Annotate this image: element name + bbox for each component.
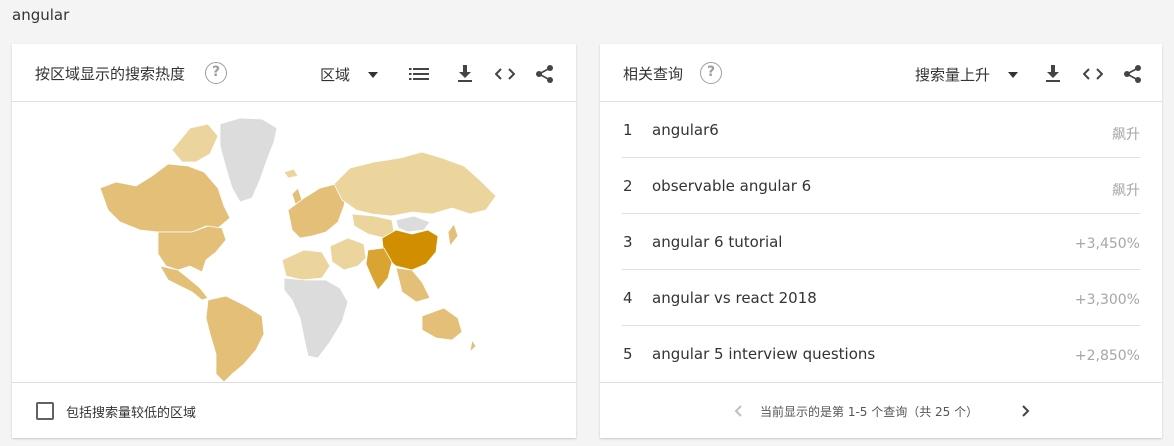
- query-text[interactable]: angular 5 interview questions: [652, 345, 875, 363]
- pagination-text: 当前显示的是第 1-5 个查询（共 25 个）: [760, 405, 979, 419]
- include-low-volume-checkbox[interactable]: [36, 402, 54, 420]
- embed-button[interactable]: [1082, 61, 1104, 87]
- query-value: +3,300%: [1074, 292, 1140, 308]
- query-text[interactable]: angular 6 tutorial: [652, 233, 782, 251]
- map-region-new-zealand[interactable]: [469, 338, 477, 354]
- map-region-iceland[interactable]: [283, 168, 299, 179]
- map-region-japan[interactable]: [447, 223, 459, 247]
- query-rank: 1: [623, 121, 633, 139]
- map-region-canada[interactable]: [99, 163, 231, 233]
- region-card-title: 按区域显示的搜索热度: [35, 65, 186, 83]
- related-queries-list: 1 angular6 飙升 2 observable angular 6 飙升 …: [600, 102, 1162, 382]
- related-card-footer: 当前显示的是第 1-5 个查询（共 25 个）: [600, 382, 1162, 438]
- region-card-header: 按区域显示的搜索热度 ? 区域: [12, 44, 576, 102]
- map-region-north-africa[interactable]: [281, 249, 331, 281]
- map-region-africa[interactable]: [283, 277, 349, 359]
- sort-select[interactable]: 搜索量上升: [915, 64, 1019, 85]
- map-region-south-america[interactable]: [205, 295, 265, 383]
- map-region-middle-east[interactable]: [329, 237, 367, 271]
- query-row-4[interactable]: 4 angular vs react 2018 +3,300%: [622, 270, 1140, 326]
- next-page-button[interactable]: [1016, 401, 1034, 421]
- world-map-svg: [99, 117, 497, 383]
- embed-code-icon: [1083, 68, 1103, 80]
- related-queries-card: 相关查询 ? 搜索量上升 1 angular6 飙升 2 observable …: [600, 44, 1162, 438]
- map-region-australia[interactable]: [421, 307, 463, 341]
- embed-code-icon: [495, 68, 515, 80]
- download-button[interactable]: [1043, 61, 1063, 87]
- query-value: +2,850%: [1074, 348, 1140, 364]
- search-term-label: angular: [12, 6, 70, 24]
- map-region-russia[interactable]: [333, 151, 497, 217]
- query-rank: 5: [623, 345, 633, 363]
- query-value: +3,450%: [1074, 236, 1140, 252]
- list-icon: [409, 68, 429, 80]
- query-rank: 2: [623, 177, 633, 195]
- query-value: 飙升: [1112, 183, 1140, 199]
- map-region-arctic-islands[interactable]: [171, 123, 219, 163]
- share-icon: [536, 65, 553, 83]
- related-card-title: 相关查询: [623, 65, 684, 83]
- chevron-right-icon: [1022, 405, 1030, 417]
- chevron-left-icon: [734, 405, 742, 417]
- region-card-footer: 包括搜索量较低的区域: [12, 382, 576, 438]
- share-icon: [1124, 65, 1141, 83]
- share-button[interactable]: [534, 61, 556, 87]
- embed-button[interactable]: [494, 61, 516, 87]
- resolution-select[interactable]: 区域: [320, 64, 379, 85]
- download-icon: [458, 65, 472, 82]
- help-circle-icon[interactable]: ?: [700, 62, 722, 84]
- query-text[interactable]: angular vs react 2018: [652, 289, 817, 307]
- query-rank: 4: [623, 289, 633, 307]
- map-region-united-states[interactable]: [157, 225, 227, 273]
- world-map[interactable]: [12, 102, 576, 383]
- download-icon: [1046, 65, 1060, 82]
- chevron-down-icon: [1008, 71, 1019, 78]
- sort-select-label: 搜索量上升: [915, 66, 991, 84]
- resolution-select-label: 区域: [320, 66, 351, 84]
- previous-page-button[interactable]: [730, 401, 748, 421]
- map-region-mongolia[interactable]: [395, 215, 431, 233]
- query-row-1[interactable]: 1 angular6 飙升: [622, 102, 1140, 158]
- download-button[interactable]: [455, 61, 475, 87]
- query-row-2[interactable]: 2 observable angular 6 飙升: [622, 158, 1140, 214]
- map-region-greenland[interactable]: [219, 117, 278, 203]
- query-text[interactable]: angular6: [652, 121, 719, 139]
- interest-by-region-card: 按区域显示的搜索热度 ? 区域 包括搜索量较低的区域: [12, 44, 576, 438]
- map-region-southeast-asia[interactable]: [395, 267, 431, 303]
- query-row-3[interactable]: 3 angular 6 tutorial +3,450%: [622, 214, 1140, 270]
- query-row-5[interactable]: 5 angular 5 interview questions +2,850%: [622, 326, 1140, 382]
- query-rank: 3: [623, 233, 633, 251]
- query-value: 飙升: [1112, 127, 1140, 143]
- query-text[interactable]: observable angular 6: [652, 177, 811, 195]
- chevron-down-icon: [368, 71, 379, 78]
- share-button[interactable]: [1122, 61, 1144, 87]
- include-low-volume-label: 包括搜索量较低的区域: [66, 406, 197, 421]
- list-view-button[interactable]: [408, 61, 430, 87]
- help-circle-icon[interactable]: ?: [205, 62, 227, 84]
- related-card-header: 相关查询 ? 搜索量上升: [600, 44, 1162, 102]
